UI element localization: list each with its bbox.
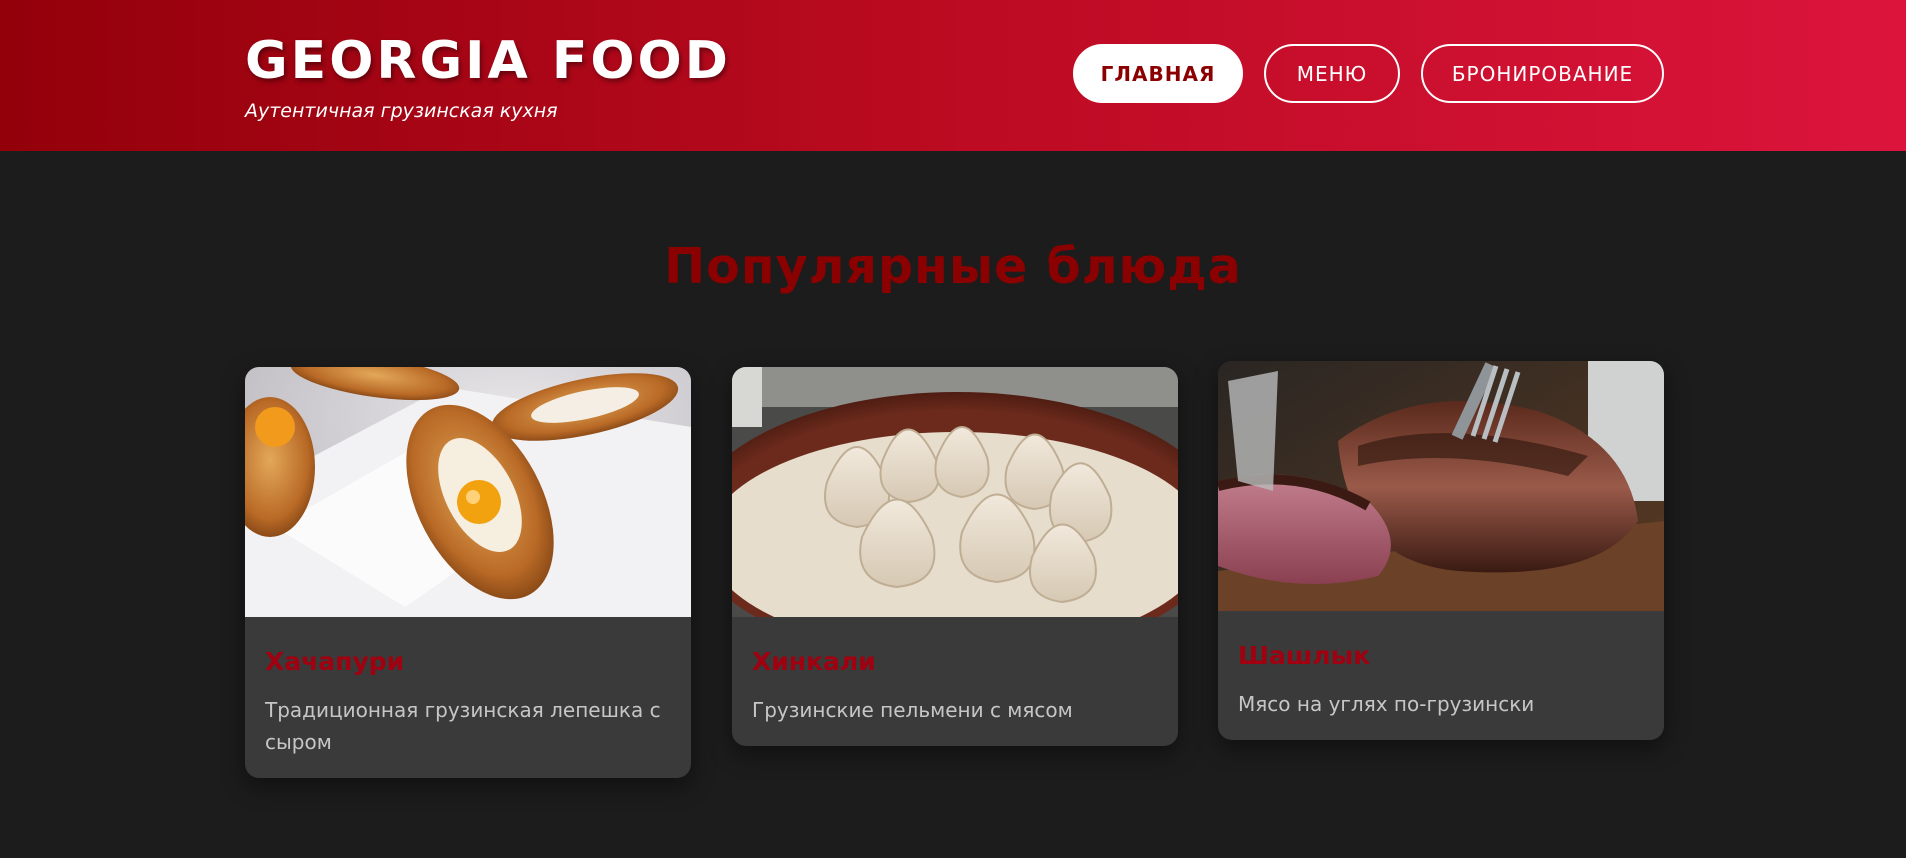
dish-card-khachapuri[interactable]: Хачапури Традиционная грузинская лепешка… — [245, 367, 691, 778]
dish-card-khinkali[interactable]: Хинкали Грузинские пельмени с мясом — [732, 367, 1178, 746]
card-body: Хинкали Грузинские пельмени с мясом — [732, 617, 1178, 746]
site-logo[interactable]: GEORGIA FOOD — [245, 28, 731, 94]
section-title: Популярные блюда — [664, 238, 1242, 295]
card-body: Хачапури Традиционная грузинская лепешка… — [245, 617, 691, 778]
nav-home-button[interactable]: ГЛАВНАЯ — [1073, 44, 1243, 103]
khachapuri-photo — [245, 367, 691, 617]
dish-title: Шашлык — [1238, 641, 1371, 670]
khinkali-photo — [732, 367, 1178, 617]
dish-card-shashlik[interactable]: Шашлык Мясо на углях по-грузински — [1218, 361, 1664, 740]
dish-title: Хинкали — [752, 647, 876, 676]
dish-description: Мясо на углях по-грузински — [1238, 692, 1535, 716]
site-tagline: Аутентичная грузинская кухня — [245, 100, 558, 122]
nav-booking-button[interactable]: БРОНИРОВАНИЕ — [1421, 44, 1664, 103]
dish-title: Хачапури — [265, 647, 405, 676]
dish-description: Традиционная грузинская лепешка с сыром — [265, 698, 661, 754]
brand: GEORGIA FOOD Аутентичная грузинская кухн… — [245, 28, 731, 122]
main-nav: ГЛАВНАЯ МЕНЮ БРОНИРОВАНИЕ — [1073, 44, 1664, 103]
dish-description: Грузинские пельмени с мясом — [752, 698, 1073, 722]
nav-menu-button[interactable]: МЕНЮ — [1264, 44, 1400, 103]
card-body: Шашлык Мясо на углях по-грузински — [1218, 611, 1664, 740]
shashlik-photo — [1218, 361, 1664, 611]
site-header: GEORGIA FOOD Аутентичная грузинская кухн… — [0, 0, 1906, 151]
